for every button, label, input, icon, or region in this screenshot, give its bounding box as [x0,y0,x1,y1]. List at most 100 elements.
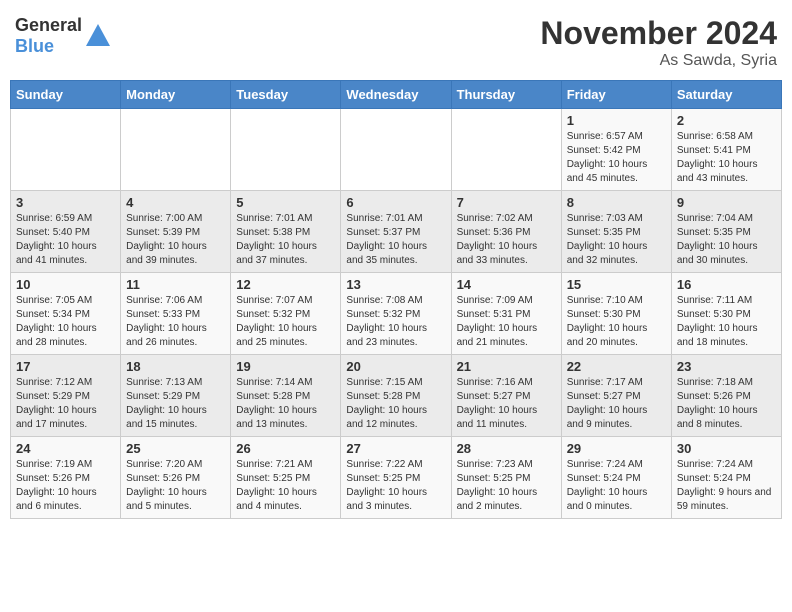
calendar-body: 1 Sunrise: 6:57 AM Sunset: 5:42 PM Daylig… [11,109,782,519]
header-cell-friday: Friday [561,81,671,109]
location-subtitle: As Sawda, Syria [540,52,777,70]
day-content: Sunrise: 7:10 AM Sunset: 5:30 PM Dayligh… [567,294,666,350]
logo-text: General Blue [15,15,82,57]
day-cell-19: 19 Sunrise: 7:14 AM Sunset: 5:28 PM Dayli… [231,355,341,437]
day-content: Sunrise: 7:24 AM Sunset: 5:24 PM Dayligh… [677,458,776,514]
week-row-2: 3Sunrise: 6:59 AM Sunset: 5:40 PM Daylig… [11,191,782,273]
day-cell-17: 17Sunrise: 7:12 AM Sunset: 5:29 PM Dayli… [11,355,121,437]
day-content: Sunrise: 7:01 AM Sunset: 5:37 PM Dayligh… [346,212,445,268]
logo-general: General [15,15,82,35]
empty-cell [231,109,341,191]
empty-cell [341,109,451,191]
day-content: Sunrise: 7:06 AM Sunset: 5:33 PM Dayligh… [126,294,225,350]
day-cell-22: 22 Sunrise: 7:17 AM Sunset: 5:27 PM Dayli… [561,355,671,437]
day-cell-3: 3Sunrise: 6:59 AM Sunset: 5:40 PM Daylig… [11,191,121,273]
week-row-3: 10 Sunrise: 7:05 AM Sunset: 5:34 PM Dayli… [11,273,782,355]
day-content: Sunrise: 7:20 AM Sunset: 5:26 PM Dayligh… [126,458,225,514]
day-content: Sunrise: 7:08 AM Sunset: 5:32 PM Dayligh… [346,294,445,350]
day-cell-27: 27 Sunrise: 7:22 AM Sunset: 5:25 PM Dayli… [341,437,451,519]
day-content: Sunrise: 7:13 AM Sunset: 5:29 PM Dayligh… [126,376,225,432]
day-content: Sunrise: 7:23 AM Sunset: 5:25 PM Dayligh… [457,458,556,514]
day-content: Sunrise: 7:05 AM Sunset: 5:34 PM Dayligh… [16,294,115,350]
empty-cell [121,109,231,191]
day-number: 28 [457,441,556,456]
day-number: 1 [567,113,666,128]
header-cell-monday: Monday [121,81,231,109]
day-cell-16: 16 Sunrise: 7:11 AM Sunset: 5:30 PM Dayli… [671,273,781,355]
day-cell-7: 7Sunrise: 7:02 AM Sunset: 5:36 PM Daylig… [451,191,561,273]
day-number: 24 [16,441,115,456]
day-content: Sunrise: 7:17 AM Sunset: 5:27 PM Dayligh… [567,376,666,432]
day-cell-8: 8Sunrise: 7:03 AM Sunset: 5:35 PM Daylig… [561,191,671,273]
day-content: Sunrise: 7:16 AM Sunset: 5:27 PM Dayligh… [457,376,556,432]
day-number: 15 [567,277,666,292]
day-number: 22 [567,359,666,374]
day-number: 3 [16,195,115,210]
empty-cell [451,109,561,191]
day-content: Sunrise: 7:19 AM Sunset: 5:26 PM Dayligh… [16,458,115,514]
day-number: 10 [16,277,115,292]
day-content: Sunrise: 7:04 AM Sunset: 5:35 PM Dayligh… [677,212,776,268]
day-content: Sunrise: 7:22 AM Sunset: 5:25 PM Dayligh… [346,458,445,514]
day-number: 23 [677,359,776,374]
day-content: Sunrise: 7:21 AM Sunset: 5:25 PM Dayligh… [236,458,335,514]
day-cell-14: 14Sunrise: 7:09 AM Sunset: 5:31 PM Dayli… [451,273,561,355]
empty-cell [11,109,121,191]
week-row-4: 17Sunrise: 7:12 AM Sunset: 5:29 PM Dayli… [11,355,782,437]
day-cell-1: 1 Sunrise: 6:57 AM Sunset: 5:42 PM Daylig… [561,109,671,191]
day-content: Sunrise: 7:12 AM Sunset: 5:29 PM Dayligh… [16,376,115,432]
day-cell-12: 12 Sunrise: 7:07 AM Sunset: 5:32 PM Dayli… [231,273,341,355]
logo: General Blue [15,15,112,57]
day-number: 27 [346,441,445,456]
day-content: Sunrise: 7:18 AM Sunset: 5:26 PM Dayligh… [677,376,776,432]
day-content: Sunrise: 7:15 AM Sunset: 5:28 PM Dayligh… [346,376,445,432]
day-content: Sunrise: 6:58 AM Sunset: 5:41 PM Dayligh… [677,130,776,186]
day-content: Sunrise: 6:57 AM Sunset: 5:42 PM Dayligh… [567,130,666,186]
header-cell-tuesday: Tuesday [231,81,341,109]
day-number: 21 [457,359,556,374]
day-number: 19 [236,359,335,374]
day-cell-25: 25 Sunrise: 7:20 AM Sunset: 5:26 PM Dayli… [121,437,231,519]
header-cell-wednesday: Wednesday [341,81,451,109]
day-number: 26 [236,441,335,456]
day-number: 16 [677,277,776,292]
logo-icon [84,22,112,50]
day-content: Sunrise: 7:09 AM Sunset: 5:31 PM Dayligh… [457,294,556,350]
day-number: 25 [126,441,225,456]
day-cell-9: 9Sunrise: 7:04 AM Sunset: 5:35 PM Daylig… [671,191,781,273]
day-number: 30 [677,441,776,456]
day-content: Sunrise: 7:01 AM Sunset: 5:38 PM Dayligh… [236,212,335,268]
day-cell-28: 28 Sunrise: 7:23 AM Sunset: 5:25 PM Dayli… [451,437,561,519]
day-number: 12 [236,277,335,292]
logo-blue: Blue [15,36,54,56]
day-number: 2 [677,113,776,128]
day-number: 18 [126,359,225,374]
day-content: Sunrise: 7:00 AM Sunset: 5:39 PM Dayligh… [126,212,225,268]
day-cell-26: 26 Sunrise: 7:21 AM Sunset: 5:25 PM Dayli… [231,437,341,519]
day-cell-4: 4 Sunrise: 7:00 AM Sunset: 5:39 PM Daylig… [121,191,231,273]
day-number: 5 [236,195,335,210]
day-cell-10: 10 Sunrise: 7:05 AM Sunset: 5:34 PM Dayli… [11,273,121,355]
day-number: 29 [567,441,666,456]
day-content: Sunrise: 7:07 AM Sunset: 5:32 PM Dayligh… [236,294,335,350]
day-content: Sunrise: 7:02 AM Sunset: 5:36 PM Dayligh… [457,212,556,268]
calendar-table: SundayMondayTuesdayWednesdayThursdayFrid… [10,80,782,519]
day-content: Sunrise: 7:14 AM Sunset: 5:28 PM Dayligh… [236,376,335,432]
week-row-5: 24 Sunrise: 7:19 AM Sunset: 5:26 PM Dayli… [11,437,782,519]
day-cell-29: 29 Sunrise: 7:24 AM Sunset: 5:24 PM Dayli… [561,437,671,519]
header-cell-thursday: Thursday [451,81,561,109]
day-content: Sunrise: 7:11 AM Sunset: 5:30 PM Dayligh… [677,294,776,350]
day-number: 8 [567,195,666,210]
day-cell-18: 18 Sunrise: 7:13 AM Sunset: 5:29 PM Dayli… [121,355,231,437]
day-cell-6: 6 Sunrise: 7:01 AM Sunset: 5:37 PM Daylig… [341,191,451,273]
day-cell-11: 11 Sunrise: 7:06 AM Sunset: 5:33 PM Dayli… [121,273,231,355]
day-number: 4 [126,195,225,210]
month-title: November 2024 [540,15,777,52]
day-number: 11 [126,277,225,292]
day-number: 6 [346,195,445,210]
day-number: 13 [346,277,445,292]
day-cell-23: 23 Sunrise: 7:18 AM Sunset: 5:26 PM Dayli… [671,355,781,437]
day-content: Sunrise: 7:24 AM Sunset: 5:24 PM Dayligh… [567,458,666,514]
header-row: SundayMondayTuesdayWednesdayThursdayFrid… [11,81,782,109]
calendar-header: SundayMondayTuesdayWednesdayThursdayFrid… [11,81,782,109]
